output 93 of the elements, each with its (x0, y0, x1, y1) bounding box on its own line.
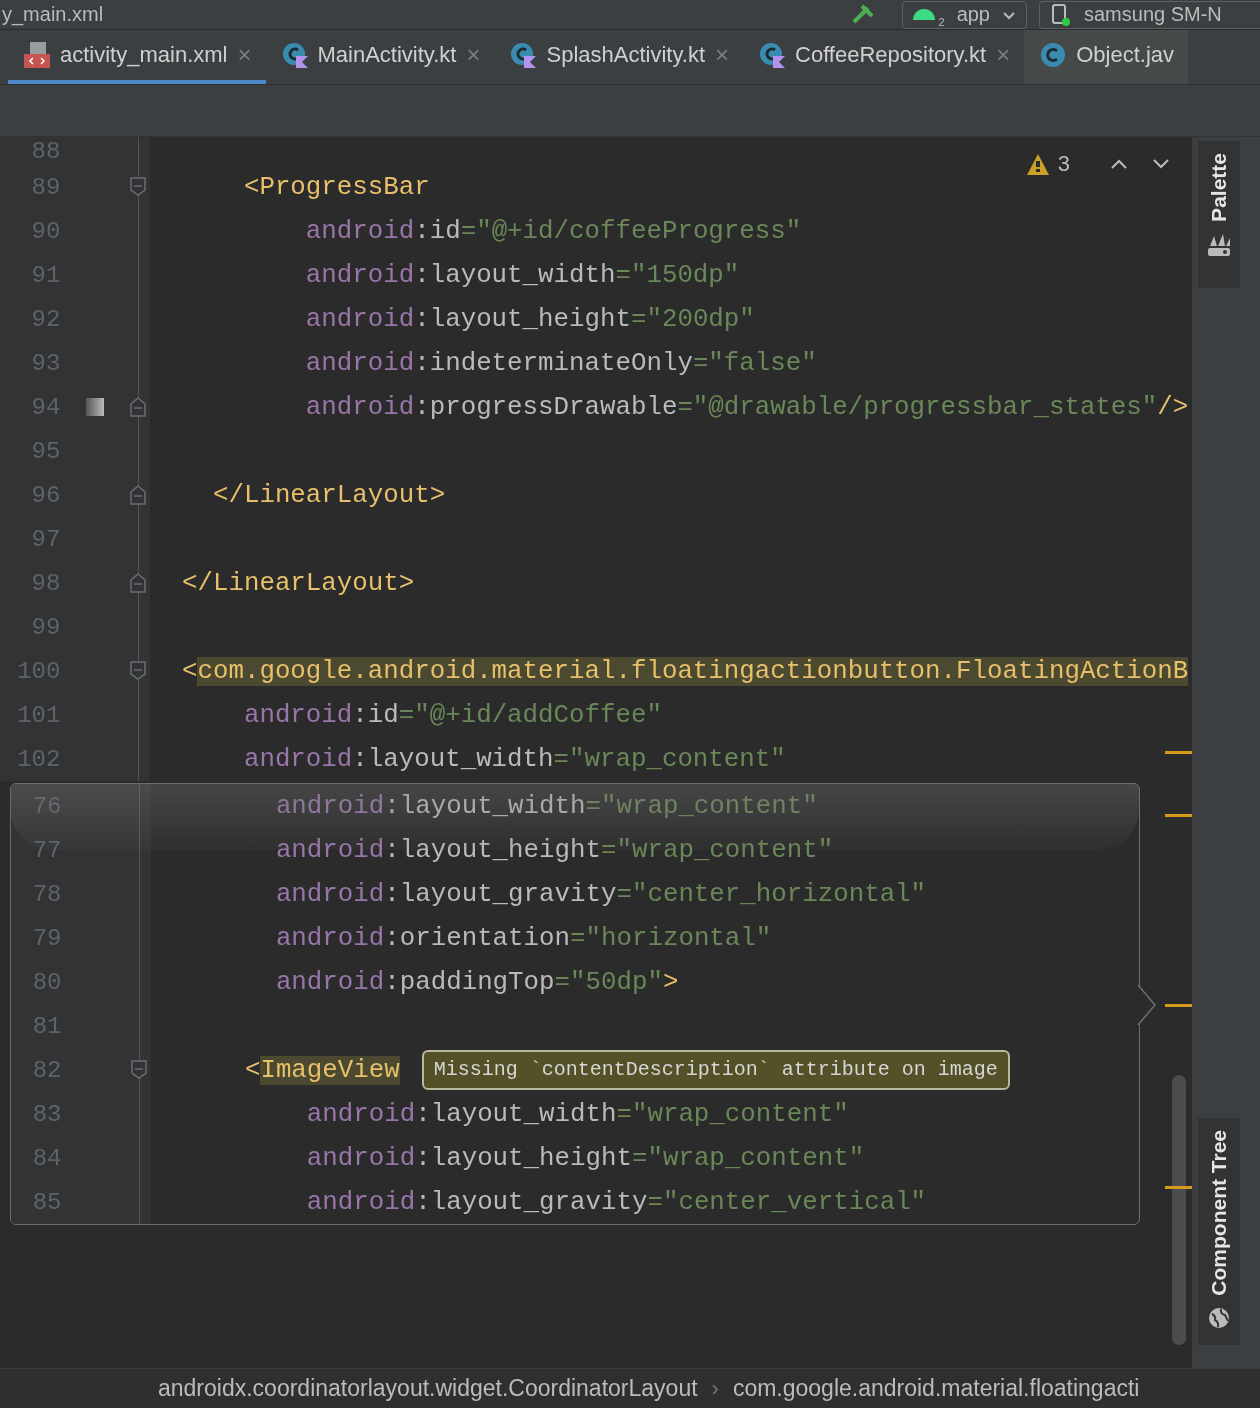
android-icon (912, 9, 935, 20)
code-token: ="50dp" (554, 967, 663, 997)
code-token: </LinearLayout> (211, 480, 446, 510)
code-token: :progressDrawable (414, 392, 678, 422)
kotlin-class-icon (759, 42, 786, 68)
side-tool-tab[interactable]: Palette (1198, 141, 1240, 288)
code-token: ="200dp" (630, 304, 755, 334)
code-token: ImageView (260, 1055, 400, 1085)
fold-icon[interactable] (130, 177, 147, 197)
code-token: < (243, 1055, 261, 1085)
code-token: :indeterminateOnly (414, 348, 693, 378)
code-token: android (242, 700, 353, 730)
code-token: :paddingTop (384, 967, 555, 997)
code-token: </LinearLayout> (182, 568, 415, 598)
code-token: :layout_width (352, 744, 554, 774)
code-token: android (274, 967, 385, 997)
fold-icon[interactable] (130, 661, 147, 681)
code-token: android (274, 923, 385, 953)
code-token: :id (352, 700, 399, 730)
breadcrumb-item[interactable]: androidx.coordinatorlayout.widget.CoordinatorLayout (158, 1375, 698, 1402)
tab-label: Object.jav (1076, 42, 1175, 68)
xml-file-icon (24, 42, 50, 68)
phone-icon (1050, 2, 1072, 27)
kotlin-class-icon (510, 42, 537, 68)
code-token: android (304, 260, 415, 290)
code-token: android (305, 1099, 416, 1129)
code-token: android (274, 835, 385, 865)
fold-icon[interactable] (130, 397, 147, 417)
editor-tab[interactable]: CoffeeRepository.kt × (743, 30, 1025, 84)
code-token: ="@+id/addCoffee" (398, 700, 662, 730)
next-icon (1152, 157, 1170, 171)
kotlin-class-icon (281, 42, 308, 68)
code-token: android (242, 744, 353, 774)
code-token: :layout_height (384, 835, 601, 865)
code-token: ="center_vertical" (647, 1187, 927, 1217)
previous-icon (1110, 157, 1128, 171)
code-token: :layout_width (384, 791, 586, 821)
code-token: android (274, 791, 385, 821)
code-token: android (304, 348, 415, 378)
code-token: :orientation (384, 923, 571, 953)
code-token: android (304, 392, 415, 422)
code-token: android (305, 1143, 416, 1173)
fold-icon[interactable] (130, 573, 147, 593)
code-token: /> (1157, 392, 1189, 422)
code-token: ="false" (692, 348, 817, 378)
side-tool-tab[interactable]: Component Tree (1198, 1118, 1240, 1345)
code-token: android (304, 304, 415, 334)
fold-icon[interactable] (131, 1060, 148, 1080)
code-token: <ProgressBar (242, 172, 430, 202)
code-token: :layout_gravity (415, 1187, 648, 1217)
code-token: ="wrap_content" (616, 1099, 849, 1129)
drawable-preview-icon[interactable] (86, 398, 105, 416)
tab-label: CoffeeRepository.kt (795, 42, 987, 68)
code-token: :layout_height (415, 1143, 632, 1173)
code-token: android (274, 879, 385, 909)
code-token: :id (414, 216, 461, 246)
device-dropdown[interactable]: samsung SM-N (1039, 0, 1260, 29)
tab-label: activity_main.xml (60, 42, 228, 68)
code-token: ="wrap_content" (553, 744, 786, 774)
scrollbar-thumb[interactable] (1172, 1075, 1186, 1345)
globe-icon (1207, 1305, 1231, 1330)
code-token: ="@+id/coffeeProgress" (460, 216, 802, 246)
warning-icon (1025, 152, 1050, 176)
class-icon (1040, 42, 1067, 68)
editor-tab[interactable]: MainActivity.kt × (265, 30, 495, 84)
code-token: ="horizontal" (570, 923, 772, 953)
code-token: ="@drawable/progressbar_states" (677, 392, 1158, 422)
caret-icon (1002, 9, 1016, 20)
code-token: :layout_height (414, 304, 631, 334)
fold-icon[interactable] (130, 485, 147, 505)
editor-tab[interactable]: SplashActivity.kt × (494, 30, 744, 84)
breadcrumb-item[interactable]: com.google.android.material.floatingacti (732, 1375, 1140, 1402)
warning-count: 3 (1057, 151, 1070, 177)
code-token: :layout_gravity (384, 879, 617, 909)
code-token: :layout_width (415, 1099, 617, 1129)
editor-tab[interactable]: Object.jav (1024, 30, 1189, 84)
code-token: ="wrap_content" (631, 1143, 865, 1173)
code-token: ="150dp" (615, 260, 740, 290)
code-token: android (304, 216, 415, 246)
code-token: :layout_width (414, 260, 616, 290)
tab-label: SplashActivity.kt (546, 42, 705, 68)
tab-label: MainActivity.kt (317, 42, 457, 68)
inspection-tooltip: Missing `contentDescription` attribute on image (421, 1050, 1010, 1090)
run-config-dropdown[interactable]: 2 app (901, 0, 1027, 29)
code-token: > (662, 967, 679, 997)
code-token: com.google.android.material.floatingactionbutton.FloatingActionB (197, 656, 1189, 686)
code-token: ="wrap_content" (601, 835, 834, 865)
code-token: < (182, 656, 198, 686)
code-token: android (305, 1187, 416, 1217)
breadcrumb-separator: › (711, 1375, 719, 1402)
code-token: ="center_horizontal" (616, 879, 927, 909)
file-title: y_main.xml (1, 3, 104, 26)
code-token: ="wrap_content" (585, 791, 818, 821)
